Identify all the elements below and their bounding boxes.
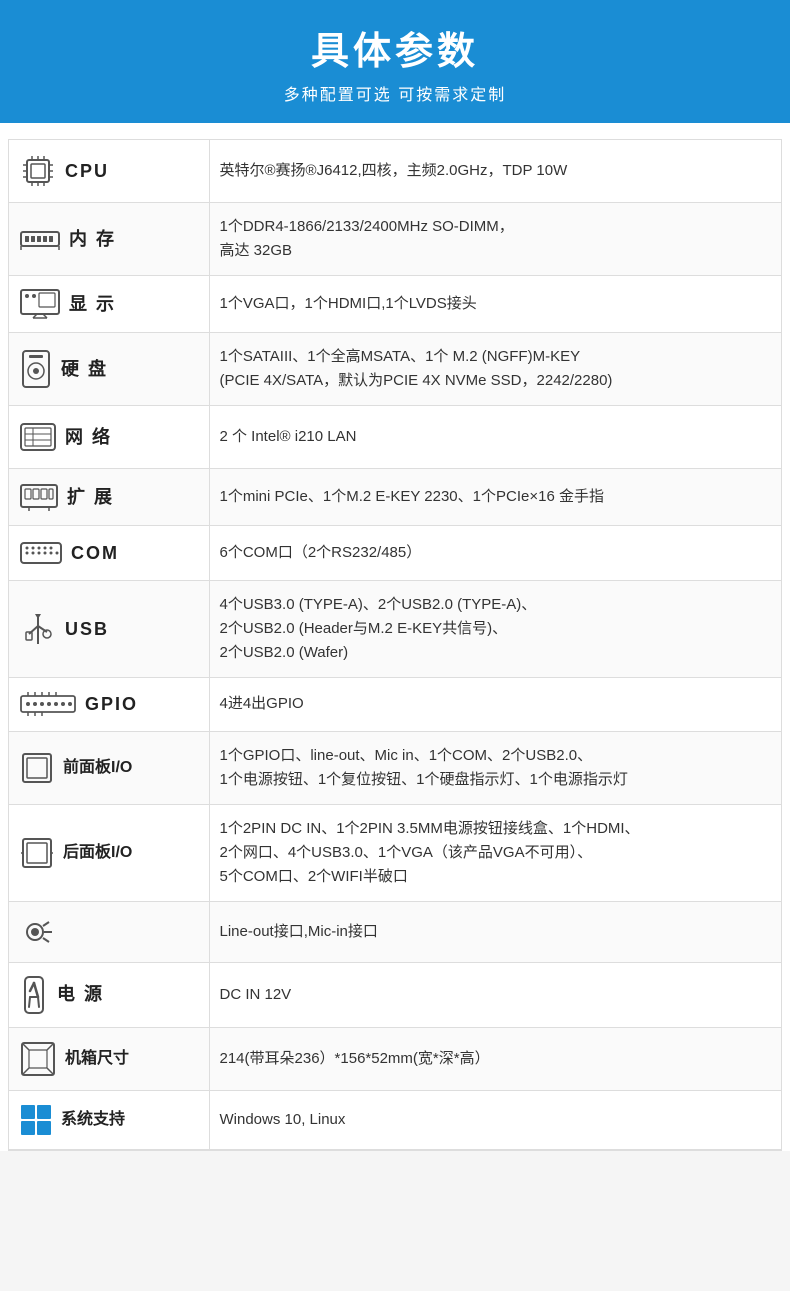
table-row: 内 存 1个DDR4-1866/2133/2400MHz SO-DIMM，高达 … bbox=[9, 203, 781, 276]
value-cell-power: DC IN 12V bbox=[209, 962, 781, 1027]
value-cell-ram: 1个DDR4-1866/2133/2400MHz SO-DIMM，高达 32GB bbox=[209, 203, 781, 276]
value-cell-audio: Line-out接口,Mic-in接口 bbox=[209, 901, 781, 962]
header: 具体参数 多种配置可选 可按需求定制 bbox=[0, 0, 790, 123]
label-text-ram: 内 存 bbox=[69, 225, 116, 254]
front-panel-icon bbox=[19, 750, 55, 786]
page-wrapper: 具体参数 多种配置可选 可按需求定制 bbox=[0, 0, 790, 1151]
table-row: USB 4个USB3.0 (TYPE-A)、2个USB2.0 (TYPE-A)、… bbox=[9, 581, 781, 678]
table-row: 系统支持 Windows 10, Linux bbox=[9, 1090, 781, 1149]
label-cell-network: 网 络 bbox=[9, 406, 209, 469]
table-row: GPIO 4进4出GPIO bbox=[9, 678, 781, 732]
table-row: 显 示 1个VGA口，1个HDMI口,1个LVDS接头 bbox=[9, 276, 781, 333]
label-text-gpio: GPIO bbox=[85, 690, 138, 719]
value-cell-rear-panel: 1个2PIN DC IN、1个2PIN 3.5MM电源按钮接线盒、1个HDMI、… bbox=[209, 804, 781, 901]
label-text-display: 显 示 bbox=[69, 290, 116, 319]
page-subtitle: 多种配置可选 可按需求定制 bbox=[0, 81, 790, 105]
label-text-front-panel: 前面板I/O bbox=[63, 755, 132, 781]
value-cell-usb: 4个USB3.0 (TYPE-A)、2个USB2.0 (TYPE-A)、2个US… bbox=[209, 581, 781, 678]
label-text-network: 网 络 bbox=[65, 423, 112, 452]
label-text-power: 电 源 bbox=[57, 980, 104, 1009]
display-icon bbox=[19, 288, 61, 320]
value-cell-os: Windows 10, Linux bbox=[209, 1090, 781, 1149]
label-cell-com: COM bbox=[9, 526, 209, 581]
table-row: 后面板I/O 1个2PIN DC IN、1个2PIN 3.5MM电源按钮接线盒、… bbox=[9, 804, 781, 901]
value-cell-display: 1个VGA口，1个HDMI口,1个LVDS接头 bbox=[209, 276, 781, 333]
value-cell-front-panel: 1个GPIO口、line-out、Mic in、1个COM、2个USB2.0、1… bbox=[209, 731, 781, 804]
value-cell-hdd: 1个SATAIII、1个全高MSATA、1个 M.2 (NGFF)M-KEY(P… bbox=[209, 333, 781, 406]
page-title: 具体参数 bbox=[0, 20, 790, 75]
label-text-expand: 扩 展 bbox=[67, 483, 114, 512]
value-cell-gpio: 4进4出GPIO bbox=[209, 678, 781, 732]
com-icon bbox=[19, 538, 63, 568]
label-cell-usb: USB bbox=[9, 581, 209, 678]
label-text-rear-panel: 后面板I/O bbox=[63, 840, 132, 866]
label-cell-ram: 内 存 bbox=[9, 203, 209, 276]
table-row: Line-out接口,Mic-in接口 bbox=[9, 901, 781, 962]
table-row: 电 源 DC IN 12V bbox=[9, 962, 781, 1027]
label-cell-hdd: 硬 盘 bbox=[9, 333, 209, 406]
cpu-icon bbox=[19, 152, 57, 190]
rear-panel-icon bbox=[19, 835, 55, 871]
label-cell-front-panel: 前面板I/O bbox=[9, 731, 209, 804]
chassis-icon bbox=[19, 1040, 57, 1078]
value-cell-cpu: 英特尔®赛扬®J6412,四核，主频2.0GHz，TDP 10W bbox=[209, 140, 781, 203]
label-text-chassis: 机箱尺寸 bbox=[65, 1046, 129, 1072]
label-text-hdd: 硬 盘 bbox=[61, 355, 108, 384]
label-cell-chassis: 机箱尺寸 bbox=[9, 1027, 209, 1090]
table-row: 扩 展 1个mini PCIe、1个M.2 E-KEY 2230、1个PCIe×… bbox=[9, 469, 781, 526]
label-text-cpu: CPU bbox=[65, 157, 109, 186]
network-icon bbox=[19, 418, 57, 456]
usb-icon bbox=[19, 610, 57, 648]
table-row: 前面板I/O 1个GPIO口、line-out、Mic in、1个COM、2个U… bbox=[9, 731, 781, 804]
label-cell-os: 系统支持 bbox=[9, 1090, 209, 1149]
table-row: 网 络 2 个 Intel® i210 LAN bbox=[9, 406, 781, 469]
label-cell-display: 显 示 bbox=[9, 276, 209, 333]
table-row: COM 6个COM口（2个RS232/485） bbox=[9, 526, 781, 581]
ram-icon bbox=[19, 224, 61, 254]
label-text-usb: USB bbox=[65, 615, 109, 644]
label-cell-power: 电 源 bbox=[9, 962, 209, 1027]
value-cell-chassis: 214(带耳朵236）*156*52mm(宽*深*高） bbox=[209, 1027, 781, 1090]
label-cell-audio bbox=[9, 901, 209, 962]
value-cell-expand: 1个mini PCIe、1个M.2 E-KEY 2230、1个PCIe×16 金… bbox=[209, 469, 781, 526]
gpio-icon bbox=[19, 690, 77, 718]
table-row: 机箱尺寸 214(带耳朵236）*156*52mm(宽*深*高） bbox=[9, 1027, 781, 1090]
expand-icon bbox=[19, 481, 59, 513]
label-cell-gpio: GPIO bbox=[9, 678, 209, 732]
label-text-os: 系统支持 bbox=[61, 1107, 125, 1133]
label-cell-rear-panel: 后面板I/O bbox=[9, 804, 209, 901]
power-icon bbox=[19, 975, 49, 1015]
label-cell-cpu: CPU bbox=[9, 140, 209, 203]
spec-table-wrapper: CPU 英特尔®赛扬®J6412,四核，主频2.0GHz，TDP 10W bbox=[8, 139, 782, 1151]
table-row: CPU 英特尔®赛扬®J6412,四核，主频2.0GHz，TDP 10W bbox=[9, 140, 781, 203]
value-cell-com: 6个COM口（2个RS232/485） bbox=[209, 526, 781, 581]
label-cell-expand: 扩 展 bbox=[9, 469, 209, 526]
audio-icon bbox=[19, 914, 59, 950]
label-text-com: COM bbox=[71, 539, 119, 568]
hdd-icon bbox=[19, 349, 53, 389]
spec-table: CPU 英特尔®赛扬®J6412,四核，主频2.0GHz，TDP 10W bbox=[9, 140, 781, 1150]
value-cell-network: 2 个 Intel® i210 LAN bbox=[209, 406, 781, 469]
windows-icon bbox=[19, 1103, 53, 1137]
table-row: 硬 盘 1个SATAIII、1个全高MSATA、1个 M.2 (NGFF)M-K… bbox=[9, 333, 781, 406]
